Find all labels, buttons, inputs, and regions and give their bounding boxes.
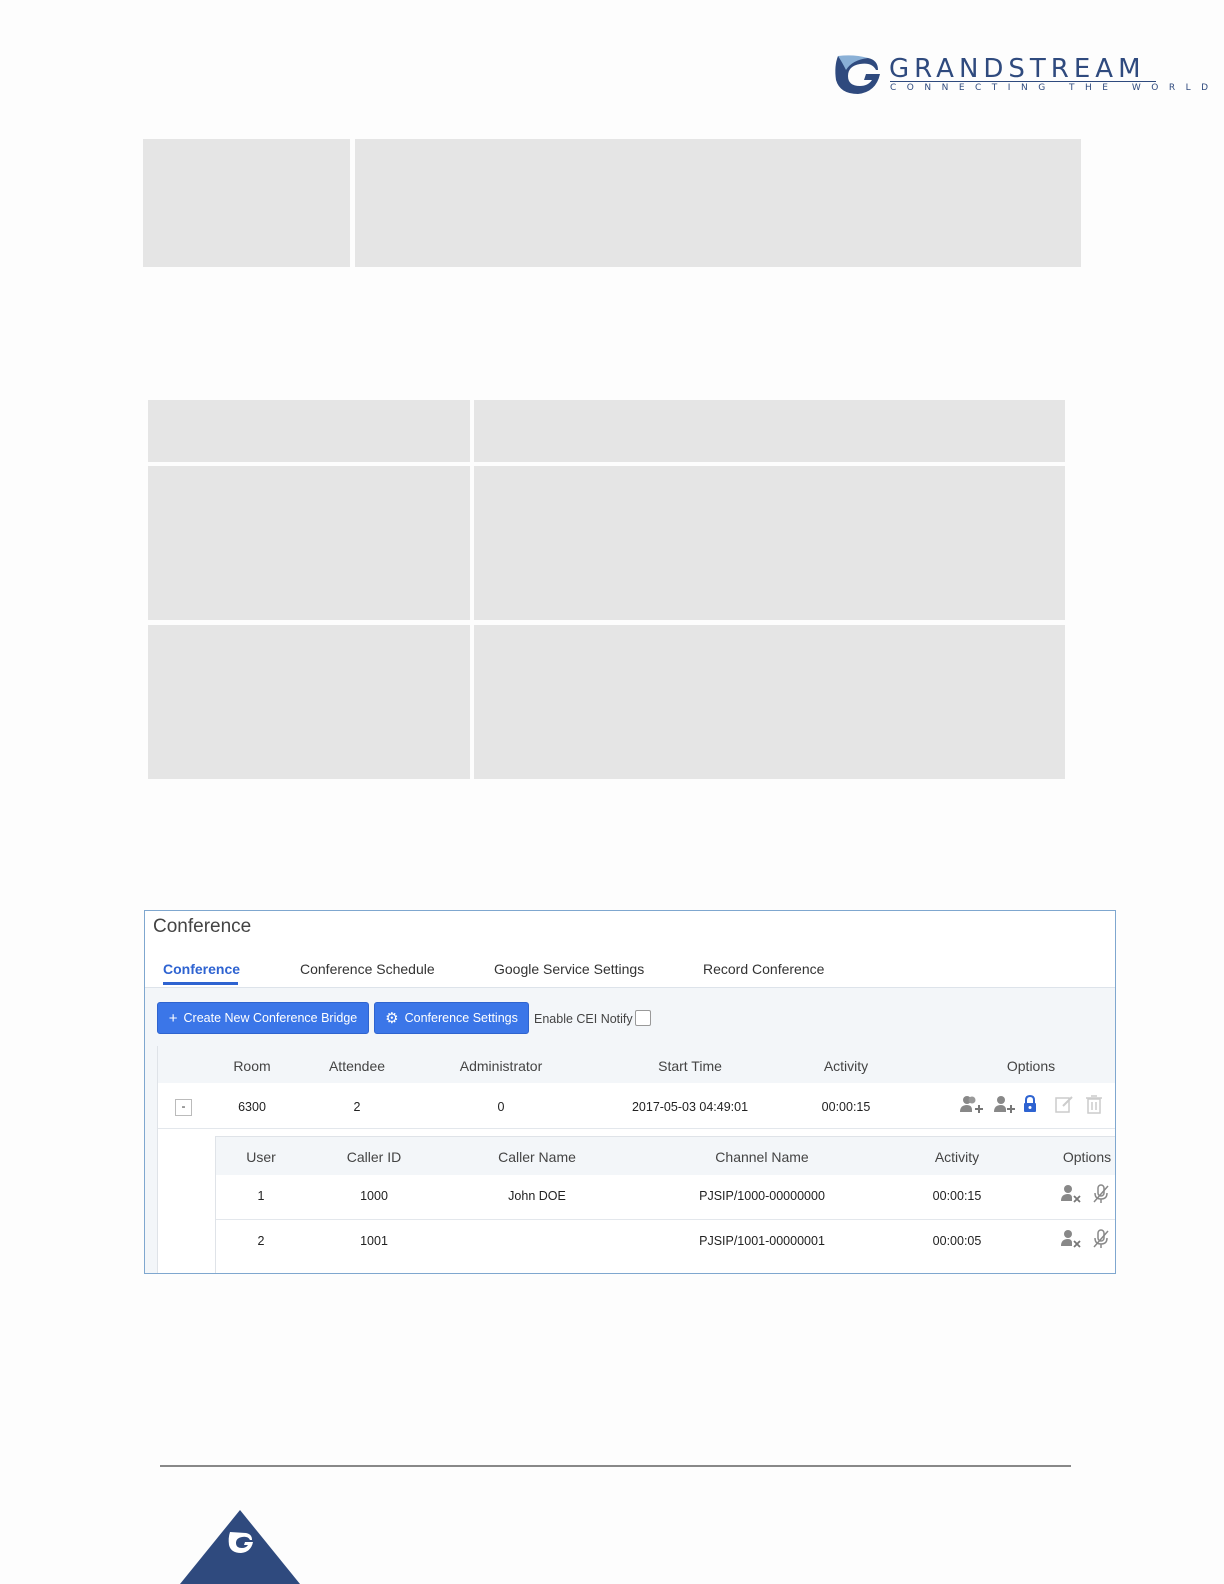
participant-activity: 00:00:15 (932, 1189, 982, 1203)
caller-id: 1000 (360, 1189, 388, 1203)
invite-user-icon[interactable] (994, 1095, 1016, 1115)
tab-bar: Conference Conference Schedule Google Se… (145, 957, 1115, 988)
collapse-row-button[interactable]: - (175, 1099, 192, 1116)
col-channel-name: Channel Name (715, 1149, 809, 1165)
edit-icon[interactable] (1054, 1094, 1074, 1114)
col-user: User (246, 1149, 276, 1165)
kick-user-icon[interactable] (1061, 1184, 1081, 1204)
tab-conference-schedule[interactable]: Conference Schedule (300, 961, 435, 977)
plus-icon: + (168, 1009, 178, 1027)
footer-divider (160, 1465, 1071, 1467)
table1-cell-right (355, 139, 1081, 267)
channel-name: PJSIP/1000-00000000 (699, 1189, 825, 1203)
room-number: 6300 (238, 1100, 266, 1114)
col-attendee: Attendee (328, 1058, 386, 1074)
col-room: Room (233, 1058, 271, 1074)
active-tab-indicator (163, 982, 238, 985)
settings-button-label: Conference Settings (404, 1011, 518, 1025)
grandstream-swoosh-icon (835, 55, 880, 94)
col-administrator: Administrator (459, 1058, 543, 1074)
create-conference-bridge-button[interactable]: + Create New Conference Bridge (157, 1002, 369, 1034)
table1-cell-left (143, 139, 350, 267)
grandstream-logo: GRANDSTREAM CONNECTING THE WORLD (834, 52, 1208, 100)
user-number: 2 (257, 1234, 265, 1248)
caller-name: John DOE (508, 1189, 566, 1203)
rooms-table-header: Room Attendee Administrator Start Time A… (158, 1046, 1115, 1083)
cei-notify-checkbox[interactable] (635, 1010, 651, 1026)
brand-divider (890, 81, 1156, 82)
table2-row2-right (474, 625, 1065, 779)
row-divider (158, 1128, 1115, 1129)
table2-row1-right (474, 466, 1065, 620)
col-activity: Activity (823, 1058, 869, 1074)
participants-table-header: User Caller ID Caller Name Channel Name … (216, 1137, 1115, 1175)
lock-icon[interactable] (1022, 1095, 1038, 1113)
cei-notify-label: Enable CEI Notify (534, 1012, 633, 1026)
table2-row1-left (148, 466, 470, 620)
invite-multiple-users-icon[interactable] (960, 1095, 984, 1115)
channel-name: PJSIP/1001-00000001 (699, 1234, 825, 1248)
content-area: + Create New Conference Bridge ⚙ Confere… (145, 988, 1115, 1273)
participants-table: User Caller ID Caller Name Channel Name … (215, 1136, 1115, 1273)
brand-name: GRANDSTREAM (889, 54, 1146, 84)
tab-conference[interactable]: Conference (163, 961, 240, 977)
col-caller-id: Caller ID (346, 1149, 402, 1165)
mute-microphone-icon[interactable] (1092, 1229, 1110, 1249)
mute-microphone-icon[interactable] (1092, 1184, 1110, 1204)
conference-panel: Conference Conference Conference Schedul… (144, 910, 1116, 1274)
brand-tagline: CONNECTING THE WORLD (890, 83, 1219, 93)
kick-user-icon[interactable] (1061, 1229, 1081, 1249)
create-button-label: Create New Conference Bridge (183, 1011, 358, 1025)
administrator-count: 0 (497, 1100, 505, 1114)
participant-activity: 00:00:05 (932, 1234, 982, 1248)
gear-icon: ⚙ (385, 1010, 399, 1027)
attendee-count: 2 (353, 1100, 361, 1114)
table2-header-right (474, 400, 1065, 462)
col-options: Options (1006, 1058, 1056, 1074)
rooms-table: Room Attendee Administrator Start Time A… (157, 1046, 1115, 1273)
row-divider (216, 1219, 1115, 1220)
table2-row2-left (148, 625, 470, 779)
tab-google-service-settings[interactable]: Google Service Settings (494, 961, 644, 977)
col-participant-activity: Activity (934, 1149, 980, 1165)
panel-title: Conference (153, 916, 252, 937)
room-activity: 00:00:15 (821, 1100, 871, 1114)
col-caller-name: Caller Name (498, 1149, 576, 1165)
tab-record-conference[interactable]: Record Conference (703, 961, 824, 977)
caller-id: 1001 (360, 1234, 388, 1248)
start-time: 2017-05-03 04:49:01 (631, 1100, 749, 1114)
footer-logo-icon (180, 1510, 300, 1584)
col-participant-options: Options (1062, 1149, 1112, 1165)
user-number: 1 (257, 1189, 265, 1203)
conference-settings-button[interactable]: ⚙ Conference Settings (374, 1002, 529, 1034)
delete-icon[interactable] (1085, 1094, 1103, 1114)
table2-header-left (148, 400, 470, 462)
col-start-time: Start Time (658, 1058, 722, 1074)
